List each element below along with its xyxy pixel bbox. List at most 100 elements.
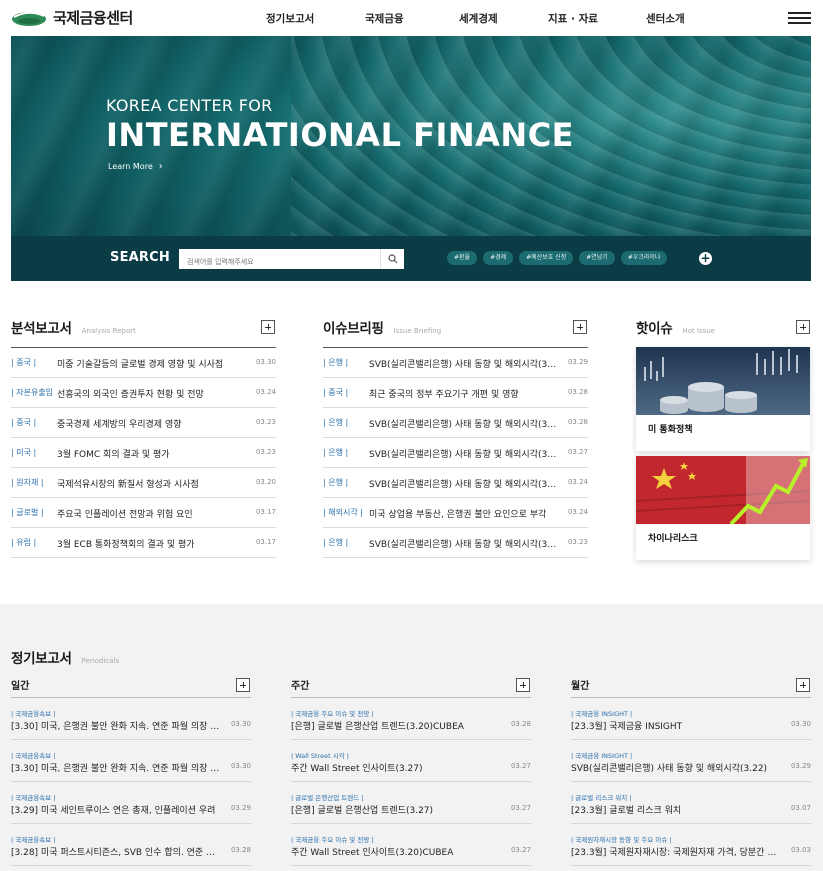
item-date: 03.30 (230, 720, 251, 728)
list-item[interactable]: | 국제원자재시장 동향 및 주요 이슈 | [23.3월] 국제원자재시장: 국… (571, 824, 811, 866)
nav-indicators-data[interactable]: 지표 · 자료 (548, 11, 598, 26)
item-date: 03.23 (255, 418, 276, 426)
list-item[interactable]: | 국제금융속보 | [3.29] 미국 세인트루이스 연은 총재, 인플레이션 … (11, 782, 251, 824)
issue-title: 이슈브리핑 (323, 321, 384, 337)
issue-more-plus-icon[interactable] (573, 320, 587, 334)
item-category: | 국제금융 주요 이슈 및 전망 | (291, 836, 374, 844)
search-input[interactable] (179, 252, 379, 272)
list-item[interactable]: | 국제금융속보 | [3.28] 미국 퍼스트시티즌스, SVB 인수 합의. … (11, 824, 251, 866)
search-tag[interactable]: #연남기 (579, 251, 615, 265)
item-category: | 은행 | (323, 538, 349, 547)
periodicals-title-en: Periodicals (81, 657, 120, 665)
hot-issue-label: 차이나리스크 (648, 534, 698, 544)
item-title: [3.30] 미국, 은행권 불안 완화 지속. 연준 파월 의장 발언 (11, 764, 221, 774)
list-item[interactable]: | 중국 | 중국경제 세계방의 우리경제 영향 03.23 (11, 408, 276, 438)
hot-issue-card[interactable]: 차이나리스크 (636, 456, 810, 560)
item-category: | 국제금융속보 | (11, 794, 56, 802)
list-item[interactable]: | 국제금융속보 | [3.30] 미국, 은행권 불안 완화 지속. 연준 파월… (11, 698, 251, 740)
nav-about[interactable]: 센터소개 (646, 11, 685, 26)
weekly-more-plus-icon[interactable] (516, 678, 530, 692)
monthly-title: 월간 (571, 681, 590, 692)
list-item[interactable]: | 은행 | SVB(실리콘밸리은행) 사태 동향 및 해외시각(3.23) 03.… (323, 528, 588, 558)
list-item[interactable]: | 해외시각 | 미국 상업용 부동산, 은행권 불안 요인으로 부각 03.24 (323, 498, 588, 528)
item-title: [23.3월] 국제원자재시장: 국제원자재 가격, 당분간 약세 (571, 848, 781, 858)
item-date: 03.24 (255, 388, 276, 396)
list-item[interactable]: | 은행 | SVB(실리콘밸리은행) 사태 동향 및 해외시각(3.27) 03.… (323, 438, 588, 468)
list-item[interactable]: | 글로벌 리스크 워치 | [23.3월] 글로벌 리스크 워치 03.07 (571, 782, 811, 824)
daily-title: 일간 (11, 681, 30, 692)
item-title: [23.3월] 국제금융 INSIGHT (571, 722, 683, 732)
search-tag[interactable]: #경제 (483, 251, 514, 265)
item-date: 03.29 (230, 804, 251, 812)
main-nav: 정기보고서 국제금융 세계경제 지표 · 자료 센터소개 (0, 11, 823, 27)
list-item[interactable]: | 미국 | 3월 FOMC 회의 결과 및 평가 03.23 (11, 438, 276, 468)
item-category: | 국제금융 INSIGHT | (571, 752, 633, 760)
item-title: 미국 상업용 부동산, 은행권 불안 요인으로 부각 (369, 510, 547, 520)
list-item[interactable]: | 은행 | SVB(실리콘밸리은행) 사태 동향 및 해외시각(3.24) 03.… (323, 468, 588, 498)
item-date: 03.27 (510, 804, 531, 812)
list-item[interactable]: | 중국 | 최근 중국의 정부 주요기구 개편 및 영향 03.28 (323, 378, 588, 408)
item-date: 03.27 (510, 846, 531, 854)
list-item[interactable]: | 은행 | SVB(실리콘밸리은행) 사태 동향 및 해외시각(3.29) 03.… (323, 348, 588, 378)
search-tag[interactable]: #예산보호 신청 (519, 251, 574, 265)
item-category: | 유럽 | (11, 538, 37, 547)
more-tags-plus-icon[interactable]: + (699, 252, 712, 265)
item-category: | 국제금융속보 | (11, 836, 56, 844)
search-tag[interactable]: #환율 (447, 251, 478, 265)
menu-icon[interactable] (788, 12, 811, 24)
nav-periodicals[interactable]: 정기보고서 (266, 11, 314, 26)
item-category: | 글로벌 은행산업 트렌드 | (291, 794, 364, 802)
daily-more-plus-icon[interactable] (236, 678, 250, 692)
item-date: 03.24 (567, 508, 588, 516)
item-category: | 자본유출입 (11, 388, 54, 397)
item-title: [23.3월] 글로벌 리스크 워치 (571, 806, 682, 816)
search-button[interactable] (380, 249, 404, 269)
analysis-more-plus-icon[interactable] (261, 320, 275, 334)
item-date: 03.29 (567, 358, 588, 366)
monthly-more-plus-icon[interactable] (796, 678, 810, 692)
list-item[interactable]: | 국제금융속보 | [3.30] 미국, 은행권 불안 완화 지속. 연준 파월… (11, 740, 251, 782)
list-item[interactable]: | 국제금융 INSIGHT | SVB(실리콘밸리은행) 사태 동향 및 해외시… (571, 740, 811, 782)
issue-title-en: Issue Briefing (393, 327, 442, 335)
analysis-list: | 중국 | 미중 기술갈등의 글로벌 경제 영향 및 시사점 03.30 | 자본… (11, 347, 276, 558)
item-title: 3월 ECB 통화정책회의 결과 및 평가 (57, 540, 195, 550)
issue-heading: 이슈브리핑 Issue Briefing (323, 317, 441, 337)
list-item[interactable]: | 글로벌 | 주요국 인플레이션 전망과 위험 요인 03.17 (11, 498, 276, 528)
item-date: 03.28 (567, 418, 588, 426)
list-item[interactable]: | 중국 | 미중 기술갈등의 글로벌 경제 영향 및 시사점 03.30 (11, 348, 276, 378)
item-category: | 은행 | (323, 478, 349, 487)
monthly-list: | 국제금융 INSIGHT | [23.3월] 국제금융 INSIGHT 03.3… (571, 697, 811, 866)
list-item[interactable]: | 유럽 | 3월 ECB 통화정책회의 결과 및 평가 03.17 (11, 528, 276, 558)
item-title: SVB(실리콘밸리은행) 사태 동향 및 해외시각(3.24) (369, 480, 557, 490)
item-category: | 국제원자재시장 동향 및 주요 이슈 | (571, 836, 672, 844)
hero-title: INTERNATIONAL FINANCE (106, 116, 575, 154)
item-category: | 글로벌 리스크 워치 | (571, 794, 632, 802)
item-title: 국제석유시장의 新질서 형성과 시사점 (57, 480, 199, 490)
item-title: 3월 FOMC 회의 결과 및 평가 (57, 450, 170, 460)
search-bar: SEARCH #환율 #경제 #예산보호 신청 #연남기 #우크라이나 + (11, 236, 811, 281)
item-category: | 중국 | (323, 388, 349, 397)
learn-more-link[interactable]: Learn More › (108, 161, 163, 172)
hot-issue-card[interactable]: 미 통화정책 (636, 347, 810, 451)
hot-more-plus-icon[interactable] (796, 320, 810, 334)
list-item[interactable]: | 국제금융 주요 이슈 및 전망 | [은행] 글로벌 은행산업 트렌드(3.2… (291, 698, 531, 740)
list-item[interactable]: | 국제금융 주요 이슈 및 전망 | 주간 Wall Street 인사이트(3… (291, 824, 531, 866)
list-item[interactable]: | Wall Street 시각 | 주간 Wall Street 인사이트(3.… (291, 740, 531, 782)
list-item[interactable]: | 은행 | SVB(실리콘밸리은행) 사태 동향 및 해외시각(3.28) 03.… (323, 408, 588, 438)
item-date: 03.23 (255, 448, 276, 456)
search-tag[interactable]: #우크라이나 (620, 251, 668, 265)
nav-international-finance[interactable]: 국제금융 (365, 11, 404, 26)
item-title: 미중 기술갈등의 글로벌 경제 영향 및 시사점 (57, 360, 224, 370)
list-item[interactable]: | 원자재 | 국제석유시장의 新질서 형성과 시사점 03.20 (11, 468, 276, 498)
list-item[interactable]: | 자본유출입 선흥국의 외국인 증권투자 현황 및 전망 03.24 (11, 378, 276, 408)
item-title: 주요국 인플레이션 전망과 위험 요인 (57, 510, 193, 520)
item-date: 03.30 (255, 358, 276, 366)
search-box (179, 249, 404, 272)
item-title: SVB(실리콘밸리은행) 사태 동향 및 해외시각(3.29) (369, 360, 557, 370)
nav-world-economy[interactable]: 세계경제 (459, 11, 498, 26)
hero-banner: KOREA CENTER FOR INTERNATIONAL FINANCE L… (11, 36, 811, 236)
item-date: 03.30 (790, 720, 811, 728)
item-title: [3.30] 미국, 은행권 불안 완화 지속. 연준 파월 의장 발언 (11, 722, 221, 732)
list-item[interactable]: | 국제금융 INSIGHT | [23.3월] 국제금융 INSIGHT 03.3… (571, 698, 811, 740)
list-item[interactable]: | 글로벌 은행산업 트렌드 | [은행] 글로벌 은행산업 트렌드(3.27) 0… (291, 782, 531, 824)
